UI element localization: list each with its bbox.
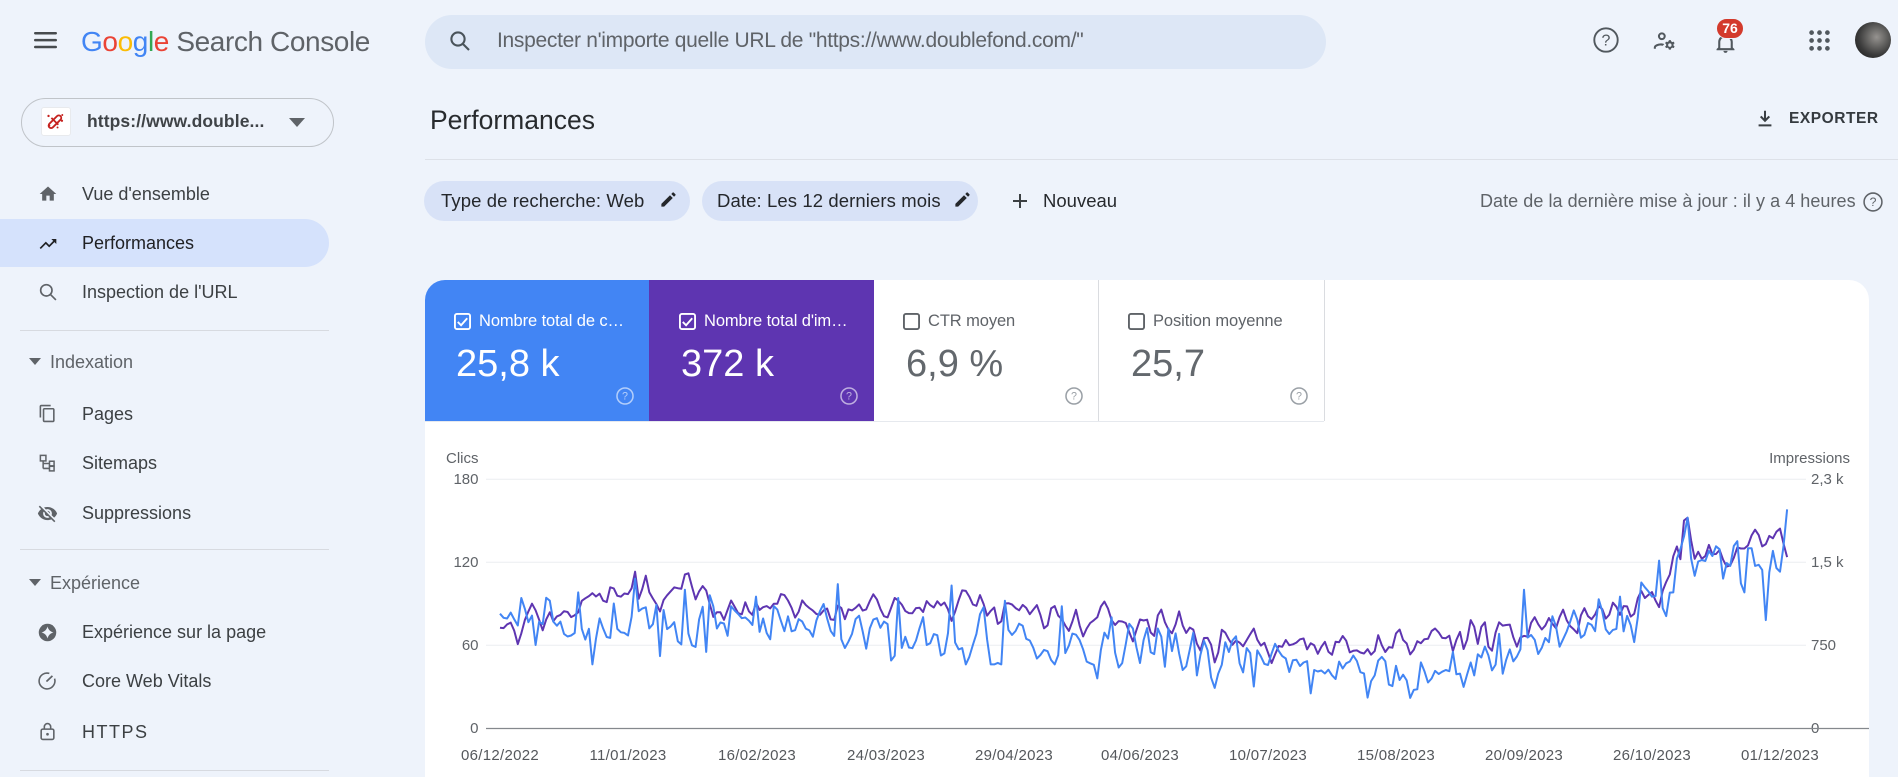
svg-text:?: ? [622,391,628,403]
svg-text:750: 750 [1811,637,1836,654]
svg-text:10/07/2023: 10/07/2023 [1229,747,1307,764]
svg-text:Impressions: Impressions [1769,450,1850,467]
svg-text:04/06/2023: 04/06/2023 [1101,747,1179,764]
svg-text:06/12/2022: 06/12/2022 [461,747,539,764]
svg-text:11/01/2023: 11/01/2023 [590,747,667,764]
svg-text:20/09/2023: 20/09/2023 [1485,747,1563,764]
svg-text:29/04/2023: 29/04/2023 [975,747,1053,764]
svg-text:60: 60 [462,637,479,654]
svg-text:01/12/2023: 01/12/2023 [1741,747,1819,764]
svg-text:Clics: Clics [446,450,479,467]
svg-text:?: ? [1602,33,1611,50]
svg-text:26/10/2023: 26/10/2023 [1613,747,1691,764]
svg-text:2,3 k: 2,3 k [1811,471,1844,488]
svg-text:180: 180 [453,471,478,488]
svg-text:0: 0 [470,720,478,737]
svg-text:16/02/2023: 16/02/2023 [718,747,796,764]
svg-text:120: 120 [453,554,478,571]
svg-text:?: ? [846,391,852,403]
svg-text:?: ? [1071,391,1077,403]
svg-text:1,5 k: 1,5 k [1811,554,1844,571]
svg-text:15/08/2023: 15/08/2023 [1357,747,1435,764]
svg-text:?: ? [1296,391,1302,403]
svg-text:?: ? [1870,195,1877,209]
svg-text:24/03/2023: 24/03/2023 [847,747,925,764]
